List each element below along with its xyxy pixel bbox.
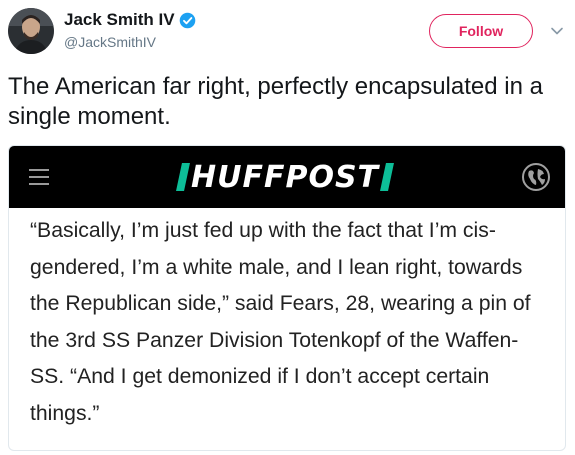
author-name-row[interactable]: Jack Smith IV — [64, 10, 196, 30]
tweet-header: Jack Smith IV @JackSmithIV Follow — [0, 0, 575, 64]
article-quote-text: “Basically, I’m just fed up with the fac… — [30, 219, 531, 425]
logo-slash-left — [176, 163, 190, 191]
author-display-name[interactable]: Jack Smith IV — [64, 10, 175, 30]
huffpost-logo: HUFFPOST — [176, 159, 394, 195]
tweet-media-image[interactable]: HUFFPOST “Basically, I’m just fed up wit… — [8, 145, 566, 451]
chevron-down-icon[interactable] — [550, 24, 564, 38]
huffpost-header-bar: HUFFPOST — [9, 146, 565, 208]
globe-icon — [522, 163, 550, 191]
author-handle[interactable]: @JackSmithIV — [64, 34, 156, 50]
person-avatar-icon — [8, 8, 54, 54]
avatar[interactable] — [8, 8, 54, 54]
verified-badge-icon — [179, 12, 195, 28]
hamburger-menu-icon — [29, 169, 49, 185]
follow-button[interactable]: Follow — [429, 14, 533, 48]
huffpost-wordmark: HUFFPOST — [191, 159, 380, 195]
logo-slash-right — [380, 163, 394, 191]
tweet-text: The American far right, perfectly encaps… — [8, 73, 543, 130]
